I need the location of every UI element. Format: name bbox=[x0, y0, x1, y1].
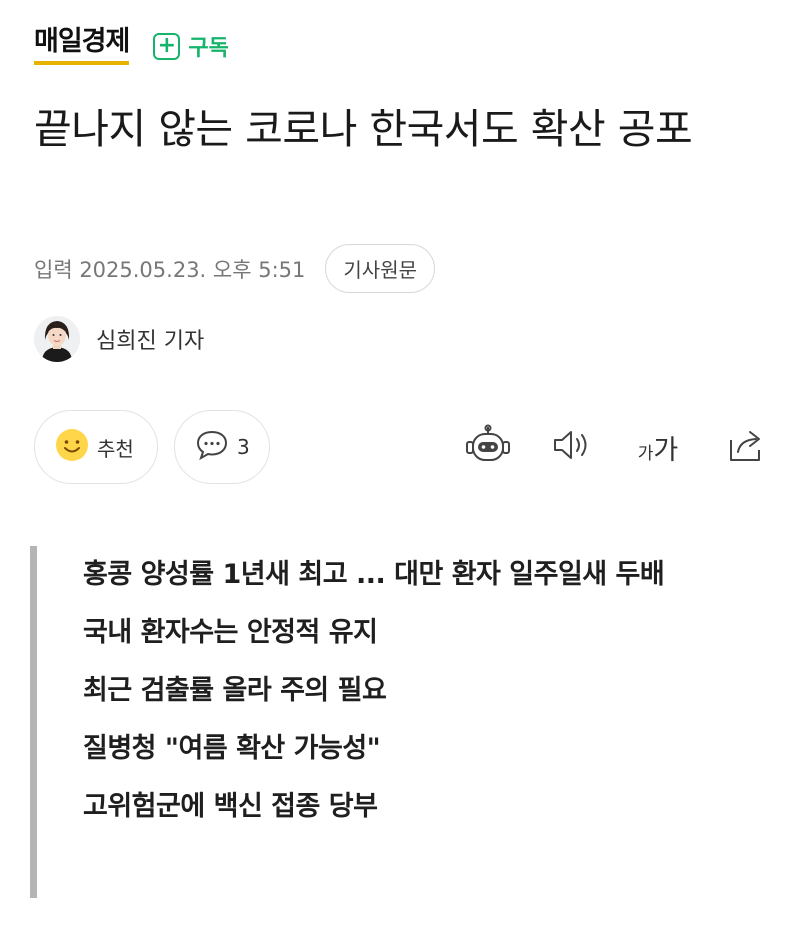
comment-count: 3 bbox=[237, 435, 250, 459]
recommend-label: 추천 bbox=[97, 436, 134, 461]
reporter-avatar bbox=[34, 316, 80, 362]
smiley-icon bbox=[55, 428, 89, 466]
subscribe-button[interactable]: + 구독 bbox=[153, 30, 229, 62]
font-size-large: 가 bbox=[653, 434, 679, 466]
summary-line: 국내 환자수는 안정적 유지 bbox=[83, 617, 378, 648]
summary-line: 홍콩 양성률 1년새 최고 ... 대만 환자 일주일새 두배 bbox=[83, 559, 665, 590]
comment-bubble-icon bbox=[195, 429, 229, 465]
original-article-button[interactable]: 기사원문 bbox=[325, 244, 435, 293]
summary-line: 최근 검출률 올라 주의 필요 bbox=[83, 675, 387, 706]
reporter-info[interactable]: 심희진 기자 bbox=[34, 316, 204, 362]
font-size-small: 가 bbox=[637, 443, 654, 464]
article-summary: 홍콩 양성률 1년새 최고 ... 대만 환자 일주일새 두배 국내 환자수는 … bbox=[30, 546, 770, 898]
font-size-button[interactable]: 가가 bbox=[630, 426, 686, 468]
plus-icon: + bbox=[153, 32, 181, 60]
press-header: 매일경제 + 구독 bbox=[34, 22, 229, 70]
press-logo[interactable]: 매일경제 bbox=[34, 27, 130, 65]
audio-speaker-icon bbox=[550, 427, 594, 467]
ai-bot-icon bbox=[464, 424, 512, 470]
subscribe-label: 구독 bbox=[188, 36, 229, 61]
ai-bot-button[interactable] bbox=[464, 424, 512, 470]
share-icon bbox=[726, 426, 766, 468]
audio-button[interactable] bbox=[550, 426, 594, 468]
action-bar: 추천 3 가가 bbox=[34, 410, 774, 486]
share-button[interactable] bbox=[724, 426, 768, 468]
summary-line: 질병청 "여름 확산 가능성" bbox=[83, 733, 381, 764]
recommend-button[interactable]: 추천 bbox=[34, 410, 158, 484]
published-date: 입력 2025.05.23. 오후 5:51 bbox=[34, 257, 306, 282]
comment-button[interactable]: 3 bbox=[174, 410, 270, 484]
summary-line: 고위험군에 백신 접종 당부 bbox=[83, 791, 378, 822]
article-meta: 입력 2025.05.23. 오후 5:51 기사원문 bbox=[34, 244, 435, 293]
reporter-name: 심희진 기자 bbox=[96, 329, 205, 354]
font-size-icon: 가가 bbox=[638, 428, 678, 467]
article-headline: 끝나지 않는 코로나 한국서도 확산 공포 bbox=[34, 105, 693, 153]
